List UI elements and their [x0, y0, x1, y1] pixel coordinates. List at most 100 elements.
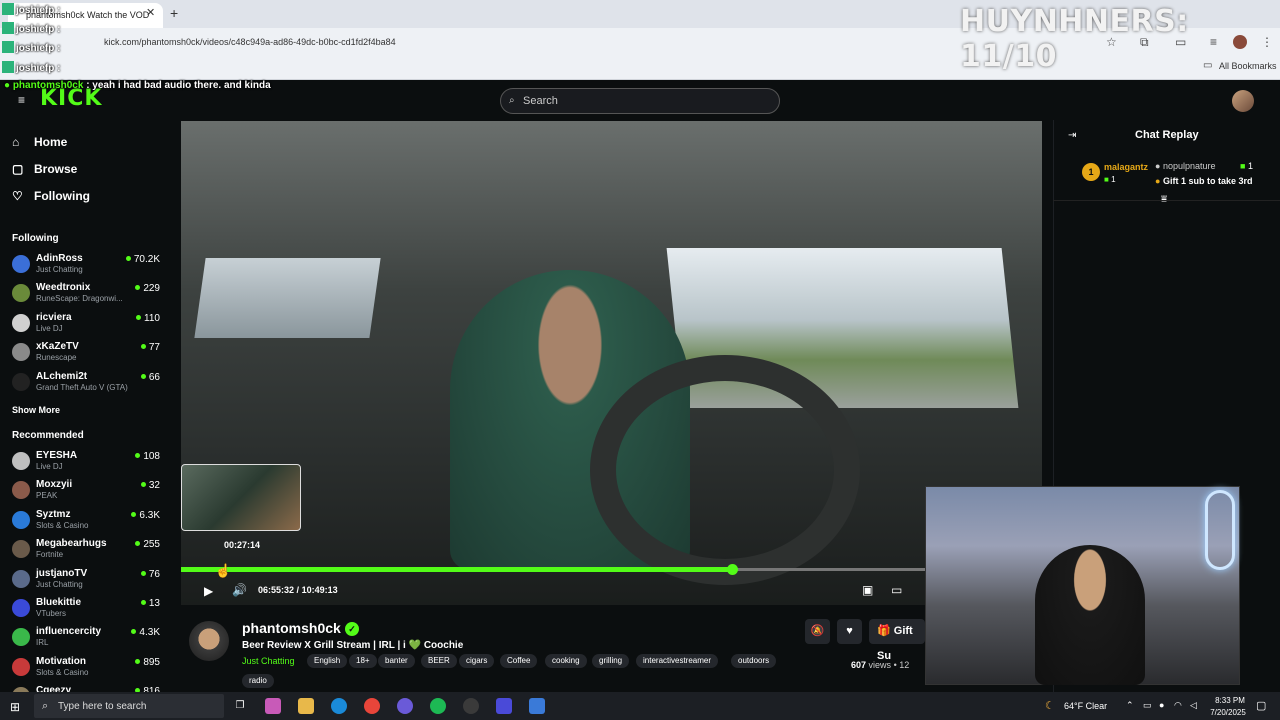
- volume-icon[interactable]: 🔊: [232, 583, 247, 597]
- sidebar-channel[interactable]: Syztmz Slots & Casino 6.3K: [12, 509, 160, 537]
- tag[interactable]: cigars: [459, 654, 495, 668]
- channel-name[interactable]: phantomsh0ck: [242, 620, 341, 636]
- nav-home[interactable]: ⌂ Home: [12, 135, 67, 149]
- channel-avatar: [12, 569, 30, 588]
- clock-time[interactable]: 8:33 PM: [1210, 696, 1250, 705]
- task-view-icon[interactable]: ❐: [232, 698, 248, 714]
- show-more-button[interactable]: Show More: [12, 405, 60, 415]
- gifter-name[interactable]: malagantz: [1104, 162, 1148, 172]
- overlay-user-name: joshiefp :: [16, 24, 61, 35]
- channel-name: ricviera: [36, 311, 72, 323]
- gift-receiver[interactable]: ● nopulpnature: [1155, 161, 1216, 171]
- tag[interactable]: interactivestreamer: [636, 654, 719, 668]
- gifter-rank-badge: 1: [1082, 163, 1100, 181]
- chrome-icon[interactable]: [364, 698, 380, 714]
- webcam-person: [1035, 545, 1145, 685]
- overlay-message-text: : yeah i had bad audio there. and kinda: [86, 80, 271, 91]
- tag[interactable]: outdoors: [731, 654, 777, 668]
- channel-name: Megabearhugs: [36, 538, 107, 550]
- tag[interactable]: English: [307, 654, 348, 668]
- overlay-chat-user: joshiefp :: [2, 3, 60, 19]
- hamburger-icon[interactable]: ≡: [18, 93, 25, 107]
- sidebar-channel[interactable]: EYESHA Live DJ 108: [12, 450, 160, 478]
- weather[interactable]: 64°F Clear: [1064, 701, 1107, 711]
- channel-category: Slots & Casino: [36, 520, 89, 530]
- tag[interactable]: cooking: [545, 654, 587, 668]
- obs-icon[interactable]: [463, 698, 479, 714]
- gift-sub-button[interactable]: 🎁 Gift Su: [869, 619, 925, 662]
- miniplayer-icon[interactable]: ▣: [862, 583, 873, 597]
- sidebar-channel[interactable]: Megabearhugs Fortnite 255: [12, 538, 160, 566]
- cursor-icon: ☝: [215, 563, 232, 578]
- sidebar-channel[interactable]: Moxzyii PEAK 32: [12, 479, 160, 507]
- sidebar-channel[interactable]: xKaZeTV Runescape 77: [12, 341, 160, 369]
- sidebar-channel[interactable]: ricviera Live DJ 110: [12, 312, 160, 340]
- file-explorer-icon[interactable]: [298, 698, 314, 714]
- gift-icon: 🎁: [877, 625, 891, 637]
- follow-button[interactable]: ♥: [837, 619, 862, 644]
- seek-preview-thumbnail: [181, 464, 301, 531]
- notifications-button[interactable]: 🔕: [805, 619, 830, 644]
- sidebar-channel[interactable]: influencercity IRL 4.3K: [12, 626, 160, 654]
- heart-icon: ♡: [12, 189, 23, 203]
- nav-following[interactable]: ♡ Following: [12, 189, 90, 203]
- discord-icon[interactable]: [397, 698, 413, 714]
- sidebar-channel[interactable]: Bluekittie VTubers 13: [12, 597, 160, 625]
- edge-icon[interactable]: [331, 698, 347, 714]
- url-text[interactable]: kick.com/phantomsh0ck/videos/c48c949a-ad…: [104, 37, 396, 47]
- close-tab-icon[interactable]: ✕: [146, 6, 155, 19]
- sidebar-channel[interactable]: Motivation Slots & Casino 895: [12, 656, 160, 684]
- sidebar-channel[interactable]: AdinRoss Just Chatting 70.2K: [12, 253, 160, 281]
- moon-icon: ☾: [1045, 700, 1055, 712]
- tag[interactable]: BEER: [421, 654, 457, 668]
- stream-title: Beer Review X Grill Stream | IRL | i 💚 C…: [242, 640, 464, 651]
- collapse-chat-icon[interactable]: ⇥: [1068, 130, 1076, 141]
- search-icon: ⌕: [509, 95, 515, 106]
- gift-count-value: 1: [1247, 161, 1253, 171]
- sidebar-channel[interactable]: justjanoTV Just Chatting 76: [12, 568, 160, 596]
- app-icon[interactable]: [529, 698, 545, 714]
- channel-avatar[interactable]: [189, 621, 229, 661]
- theater-icon[interactable]: ▭: [891, 583, 902, 597]
- recommended-heading: Recommended: [12, 430, 84, 441]
- channel-avatar: [12, 313, 30, 332]
- tag[interactable]: Coffee: [500, 654, 538, 668]
- copilot-icon[interactable]: [265, 698, 281, 714]
- tag[interactable]: radio: [242, 674, 274, 688]
- channel-avatar: [12, 540, 30, 559]
- windows-start-icon[interactable]: ⊞: [10, 700, 20, 714]
- seek-handle[interactable]: [727, 564, 738, 575]
- wifi-icon[interactable]: ◠: [1174, 700, 1182, 711]
- verified-icon: ✓: [345, 622, 359, 636]
- channel-name: Motivation: [36, 655, 86, 667]
- play-icon[interactable]: ▶: [204, 584, 213, 598]
- clock-date[interactable]: 7/20/2025: [1205, 708, 1251, 717]
- time-separator: /: [296, 585, 300, 595]
- tag[interactable]: banter: [378, 654, 415, 668]
- user-badge-icon: [2, 41, 14, 53]
- tag[interactable]: 18+: [349, 654, 377, 668]
- channel-avatar: [12, 372, 30, 391]
- spotify-icon[interactable]: [430, 698, 446, 714]
- video-steering-wheel: [590, 355, 860, 585]
- tag[interactable]: grilling: [592, 654, 630, 668]
- channel-category: Runescape: [36, 353, 77, 363]
- nav-home-label: Home: [34, 135, 68, 149]
- sidebar-channel[interactable]: ALchemi2t Grand Theft Auto V (GTA) 66: [12, 371, 160, 399]
- notifications-icon[interactable]: ▢: [1256, 699, 1266, 712]
- new-tab-button[interactable]: +: [170, 5, 178, 21]
- app-icon[interactable]: [496, 698, 512, 714]
- user-avatar[interactable]: [1232, 90, 1254, 112]
- sidebar-channel[interactable]: Weedtronix RuneScape: Dragonwi... 229: [12, 282, 160, 310]
- network-icon[interactable]: ▭: [1143, 700, 1152, 711]
- channel-category: Grand Theft Auto V (GTA): [36, 382, 128, 392]
- overlay-chat-user: joshiefp :: [2, 22, 60, 38]
- chevron-up-icon[interactable]: ⌃: [1126, 700, 1134, 711]
- speaker-icon[interactable]: ◁: [1190, 700, 1197, 711]
- search-input[interactable]: Search: [500, 88, 780, 114]
- stream-category[interactable]: Just Chatting: [242, 656, 295, 666]
- seek-preview-time: 00:27:14: [224, 540, 261, 550]
- nav-browse[interactable]: ▢ Browse: [12, 162, 77, 176]
- channel-name: Syztmz: [36, 508, 71, 520]
- mic-icon[interactable]: ●: [1159, 700, 1164, 710]
